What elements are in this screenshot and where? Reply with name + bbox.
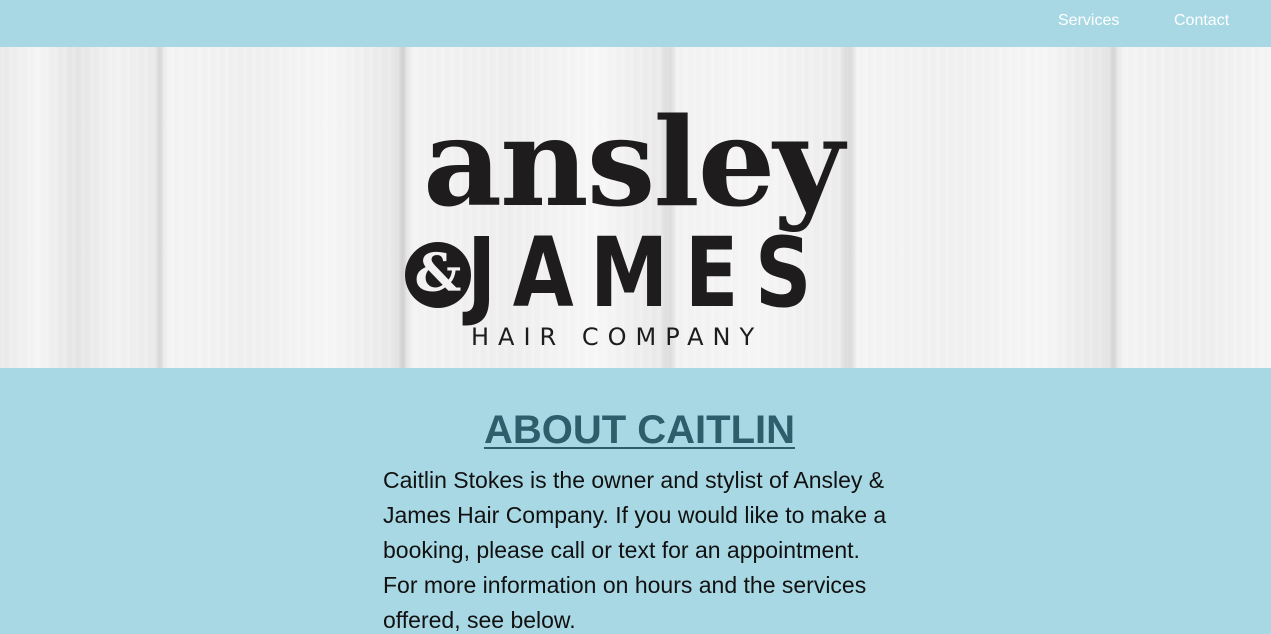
nav-link-services[interactable]: Services (1058, 12, 1119, 30)
about-heading: ABOUT CAITLIN (483, 408, 796, 452)
nav-link-contact[interactable]: Contact (1174, 12, 1229, 30)
logo-ampersand: & (405, 242, 471, 308)
brand-logo: ansley & JAMES HAIR COMPANY (405, 101, 895, 357)
top-navigation-bar: Services Contact (0, 0, 1271, 47)
logo-tagline: HAIR COMPANY (471, 323, 764, 351)
hero-banner: ansley & JAMES HAIR COMPANY (0, 47, 1271, 368)
about-paragraph: Caitlin Stokes is the owner and stylist … (383, 467, 887, 633)
logo-word-ansley: ansley (423, 90, 844, 234)
about-section: ABOUT CAITLIN Caitlin Stokes is the owne… (0, 368, 1271, 634)
logo-word-james: JAMES (467, 217, 829, 329)
